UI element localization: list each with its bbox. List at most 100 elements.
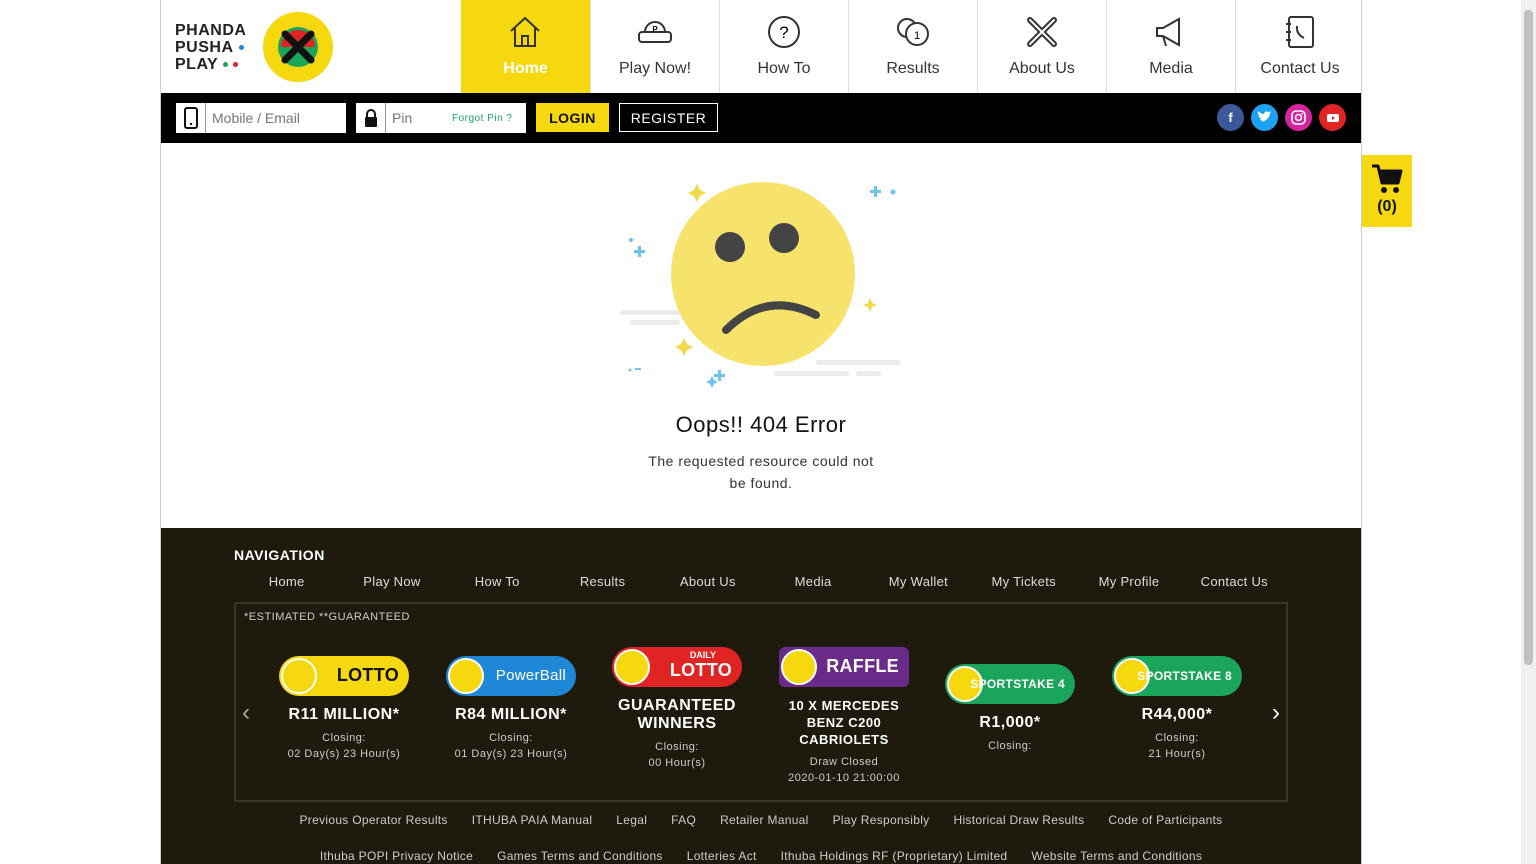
lottery-x-icon (278, 27, 318, 67)
footer-nav-media[interactable]: Media (760, 574, 865, 589)
lock-icon (356, 103, 386, 133)
footer-link[interactable]: Legal (616, 813, 647, 827)
svg-text:?: ? (779, 23, 788, 42)
footer-link[interactable]: ITHUBA PAIA Manual (472, 813, 593, 827)
footer-link[interactable]: Lotteries Act (687, 849, 757, 863)
nav-label: Results (886, 60, 940, 77)
carousel-prev-arrow[interactable]: ‹ (242, 699, 250, 727)
game-status: Closing: (489, 732, 533, 744)
footer-link[interactable]: Ithuba POPI Privacy Notice (320, 849, 473, 863)
footer-nav-my-tickets[interactable]: My Tickets (971, 574, 1076, 589)
footer-nav-how-to[interactable]: How To (445, 574, 550, 589)
login-bar: Forgot Pin ? LOGIN REGISTER f (161, 93, 1361, 143)
footer-nav-my-wallet[interactable]: My Wallet (866, 574, 971, 589)
scrollbar-thumb[interactable] (1524, 10, 1533, 665)
game-card-sportstake-8[interactable]: SPORTSTAKE 8 R44,000* Closing: 21 Hour(s… (1102, 656, 1252, 762)
game-status: Closing: (322, 732, 366, 744)
cart-button[interactable]: (0) (1362, 155, 1412, 227)
megaphone-icon (1156, 17, 1180, 47)
game-amount: R1,000* (979, 714, 1041, 731)
game-closing-time: 2020-01-10 21:00:00 (788, 772, 900, 784)
footer-nav-my-profile[interactable]: My Profile (1076, 574, 1181, 589)
game-card-daily-lotto[interactable]: DAILY LOTTO GUARANTEED WINNERS Closing: … (602, 647, 752, 771)
footer-link[interactable]: Code of Participants (1108, 813, 1222, 827)
twitter-icon[interactable] (1251, 104, 1278, 131)
footer-links-row-2: Ithuba POPI Privacy Notice Games Terms a… (161, 849, 1361, 863)
brand-logo[interactable]: PHANDA PUSHA PLAY (175, 12, 345, 84)
sportstake-4-logo: SPORTSTAKE 4 (945, 664, 1075, 704)
home-icon (510, 16, 540, 47)
nav-how-to[interactable]: ? How To (719, 0, 848, 93)
phone-book-icon (1286, 16, 1314, 48)
ticket-icon: P (638, 21, 672, 43)
logo-dot (238, 45, 244, 51)
nav-label: Home (503, 60, 548, 77)
footer-link[interactable]: Games Terms and Conditions (497, 849, 663, 863)
footer-link[interactable]: Play Responsibly (833, 813, 930, 827)
logo-line-2: PUSHA (175, 39, 234, 56)
game-name: RAFFLE (826, 656, 899, 676)
logo-line-3: PLAY (175, 56, 219, 73)
game-closing-time: 21 Hour(s) (1148, 748, 1206, 760)
nav-label: How To (757, 60, 811, 77)
game-name: SPORTSTAKE 4 (970, 677, 1065, 691)
footer-link[interactable]: FAQ (671, 813, 696, 827)
footer-link[interactable]: Previous Operator Results (300, 813, 448, 827)
mobile-email-input[interactable] (206, 104, 344, 132)
logo-dot (233, 62, 239, 68)
lotto-logo: LOTTO (279, 656, 409, 696)
game-amount: R44,000* (1141, 706, 1213, 723)
pin-input[interactable] (386, 104, 452, 132)
estimate-disclaimer: *ESTIMATED **GUARANTEED (244, 611, 410, 623)
game-name: LOTTO (669, 660, 732, 680)
youtube-icon[interactable] (1319, 104, 1346, 131)
forgot-pin-link[interactable]: Forgot Pin ? (452, 113, 512, 124)
footer-nav-results[interactable]: Results (550, 574, 655, 589)
daily-lotto-logo: DAILY LOTTO (612, 647, 742, 687)
lottery-seal-icon (781, 649, 817, 685)
error-title: Oops!! 404 Error (675, 412, 847, 437)
national-lottery-seal (263, 12, 333, 82)
nav-home[interactable]: Home (461, 0, 590, 93)
footer-nav-about-us[interactable]: About Us (655, 574, 760, 589)
logo-dot (223, 62, 229, 68)
game-card-lotto[interactable]: LOTTO R11 MILLION* Closing: 02 Day(s) 23… (269, 656, 419, 762)
game-card-powerball[interactable]: PowerBall R84 MILLION* Closing: 01 Day(s… (436, 656, 586, 762)
instagram-icon[interactable] (1285, 104, 1312, 131)
game-closing-time: 02 Day(s) 23 Hour(s) (287, 748, 401, 760)
footer-link[interactable]: Website Terms and Conditions (1031, 849, 1202, 863)
pin-field: Forgot Pin ? (356, 103, 526, 133)
footer-link[interactable]: Historical Draw Results (953, 813, 1084, 827)
footer-link[interactable]: Retailer Manual (720, 813, 809, 827)
svg-text:P: P (652, 25, 658, 34)
nav-contact-us[interactable]: Contact Us (1235, 0, 1364, 93)
nav-media[interactable]: Media (1106, 0, 1235, 93)
powerball-logo: PowerBall (446, 656, 576, 696)
game-name: LOTTO (336, 665, 399, 685)
page-scrollbar[interactable] (1521, 0, 1536, 864)
logo-line-1: PHANDA (175, 22, 247, 39)
game-closing-time: 00 Hour(s) (648, 757, 706, 769)
footer-link[interactable]: Ithuba Holdings RF (Proprietary) Limited (781, 849, 1008, 863)
footer-nav-home[interactable]: Home (234, 574, 339, 589)
login-button[interactable]: LOGIN (536, 103, 609, 132)
game-card-sportstake-4[interactable]: SPORTSTAKE 4 R1,000* Closing: (935, 664, 1085, 754)
register-button[interactable]: REGISTER (619, 103, 718, 132)
lottery-logo-icon (1027, 17, 1057, 47)
carousel-next-arrow[interactable]: › (1272, 699, 1280, 727)
footer-nav-contact-us[interactable]: Contact Us (1182, 574, 1287, 589)
main-nav: Home P Play Now! ? How To 1 Results Abou… (461, 0, 1364, 93)
nav-play-now[interactable]: P Play Now! (590, 0, 719, 93)
mobile-phone-icon (176, 103, 206, 133)
game-card-raffle[interactable]: RAFFLE 10 X MERCEDES BENZ C200 CABRIOLET… (769, 647, 919, 786)
footer-nav-play-now[interactable]: Play Now (339, 574, 444, 589)
footer-links-row-1: Previous Operator Results ITHUBA PAIA Ma… (161, 813, 1361, 827)
nav-results[interactable]: 1 Results (848, 0, 977, 93)
nav-label: Contact Us (1260, 60, 1340, 77)
nav-label: Media (1149, 60, 1193, 77)
error-message: The requested resource could not be foun… (648, 453, 874, 491)
game-amount: GUARANTEED WINNERS (618, 697, 736, 732)
facebook-icon[interactable]: f (1217, 104, 1244, 131)
header: PHANDA PUSHA PLAY Home P Play Now! ? How… (161, 0, 1361, 93)
nav-about-us[interactable]: About Us (977, 0, 1106, 93)
